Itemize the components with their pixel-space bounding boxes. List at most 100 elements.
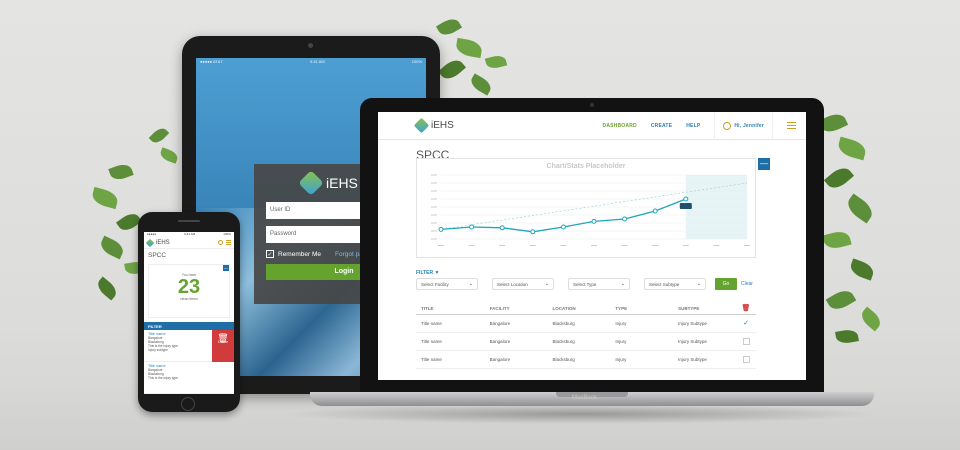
header-type[interactable]: TYPE xyxy=(610,306,673,311)
x-tick-label xyxy=(682,245,689,246)
cell-title: Title name xyxy=(421,339,442,344)
x-tick-label xyxy=(529,245,536,246)
cell-title: Title name xyxy=(421,321,442,326)
data-point xyxy=(652,208,658,214)
summary-card: — You have 23 clean items xyxy=(148,264,230,318)
device-shadow xyxy=(280,404,880,424)
delete-selected[interactable]: 🗑 xyxy=(736,304,756,312)
x-tick-label xyxy=(468,245,475,246)
iehs-logo-icon xyxy=(298,170,324,196)
y-tick-label xyxy=(431,222,437,224)
row-checkbox[interactable] xyxy=(742,355,750,363)
nav-create[interactable]: CREATE xyxy=(651,123,672,129)
user-menu[interactable]: Hi, Jennifer xyxy=(714,112,773,140)
chart-container: Chart/Stats Placeholder xyxy=(416,158,756,258)
item-count-label: clean items xyxy=(180,297,198,301)
nav-help[interactable]: HELP xyxy=(686,123,700,129)
row-checkbox[interactable] xyxy=(742,337,750,345)
list-item[interactable]: Title name Bangalore Blacksburg This is … xyxy=(144,330,234,362)
cell-location: Blacksburg xyxy=(552,321,575,326)
macbook-label: MacBook xyxy=(572,395,598,401)
hamburger-menu-icon[interactable] xyxy=(787,122,796,129)
row-checkbox-checked[interactable]: ✓ xyxy=(743,320,750,327)
delete-label: Delete xyxy=(217,340,229,344)
card-expand-button[interactable]: — xyxy=(223,265,229,271)
data-point xyxy=(560,224,566,230)
cell-facility: Bangalore xyxy=(489,357,511,362)
select-facility-label: Select Facility xyxy=(421,282,449,287)
table-header: TITLE FACILITY LOCATION TYPE SUBTYPE 🗑 xyxy=(416,302,756,315)
chevron-down-icon: ⌄ xyxy=(544,281,549,287)
x-tick-label xyxy=(744,245,750,246)
cell-subtype: Injury Subtype xyxy=(678,339,707,344)
main-nav: DASHBOARD CREATE HELP Hi, Jennifer xyxy=(603,112,796,140)
y-tick-label xyxy=(431,238,437,240)
nav-dashboard[interactable]: DASHBOARD xyxy=(603,123,637,129)
table-row[interactable]: Title name Bangalore Blacksburg Injury I… xyxy=(416,333,756,351)
remember-checkbox[interactable]: ✓ xyxy=(266,250,274,258)
header-facility[interactable]: FACILITY xyxy=(485,306,548,311)
login-brand: iEHS xyxy=(326,175,358,191)
phone-brand: iEHS xyxy=(156,239,170,246)
header-title[interactable]: TITLE xyxy=(416,306,485,311)
results-table: TITLE FACILITY LOCATION TYPE SUBTYPE 🗑 T… xyxy=(416,302,756,369)
carrier-text: ●●●●● AT&T xyxy=(200,59,223,64)
cell-location: Blacksburg xyxy=(552,339,575,344)
phone-header-icons xyxy=(218,240,231,245)
cell-type: Injury xyxy=(615,339,627,344)
chevron-down-icon: ⌄ xyxy=(468,281,473,287)
select-location[interactable]: Select Location ⌄ xyxy=(492,278,554,290)
phone-filter-bar[interactable]: FILTER xyxy=(144,322,234,330)
clear-link[interactable]: Clear xyxy=(741,281,753,287)
line-chart xyxy=(431,174,750,246)
list-item[interactable]: Title name Bangalore Blacksburg This is … xyxy=(144,362,234,394)
header-subtype[interactable]: SUBTYPE xyxy=(673,306,736,311)
data-point xyxy=(438,226,444,232)
data-point xyxy=(530,229,536,235)
chevron-down-icon: ⌄ xyxy=(696,281,701,287)
delete-swipe-button[interactable]: 🗑 Delete xyxy=(212,330,234,362)
iphone-screen: ●●●●● 9:41 AM 100% iEHS SPCC — You have … xyxy=(144,232,234,394)
chart-title: Chart/Stats Placeholder xyxy=(546,163,626,170)
select-subtype-label: Select Subtype xyxy=(649,282,680,287)
y-tick-label xyxy=(431,198,437,200)
select-subtype[interactable]: Select Subtype ⌄ xyxy=(644,278,706,290)
x-tick-label xyxy=(652,245,659,246)
ipad-camera xyxy=(308,43,313,48)
x-tick-label xyxy=(713,245,720,246)
data-point xyxy=(499,225,505,231)
cell-title: Title name xyxy=(421,357,442,362)
iphone-device: ●●●●● 9:41 AM 100% iEHS SPCC — You have … xyxy=(138,212,240,412)
y-tick-label xyxy=(431,190,437,192)
iehs-logo-icon xyxy=(145,238,155,247)
user-icon xyxy=(723,121,732,130)
table-row[interactable]: Title name Bangalore Blacksburg Injury I… xyxy=(416,315,756,333)
data-point xyxy=(469,224,475,230)
app-logo[interactable]: iEHS xyxy=(413,117,454,134)
macbook-screen: iEHS DASHBOARD CREATE HELP Hi, Jennifer … xyxy=(378,112,806,380)
go-button[interactable]: Go xyxy=(715,278,737,290)
header-location[interactable]: LOCATION xyxy=(547,306,610,311)
battery-text: 100% xyxy=(411,59,422,64)
user-icon[interactable] xyxy=(218,240,223,245)
home-button[interactable] xyxy=(181,397,195,411)
chart-expand-button[interactable]: — xyxy=(758,158,770,170)
select-type[interactable]: Select Type ⌄ xyxy=(568,278,630,290)
cell-type: Injury xyxy=(615,321,627,326)
filter-toggle[interactable]: FILTER ▼ xyxy=(416,270,439,276)
x-tick-label xyxy=(499,245,506,246)
select-facility[interactable]: Select Facility ⌄ xyxy=(416,278,478,290)
phone-time: 9:41 AM xyxy=(184,232,196,236)
x-tick-label xyxy=(560,245,567,246)
y-tick-label xyxy=(431,230,437,232)
trash-icon: 🗑 xyxy=(741,305,751,312)
x-tick-label xyxy=(591,245,597,246)
x-tick-label xyxy=(438,245,444,246)
item-count: 23 xyxy=(177,276,201,298)
user-greeting: Hi, Jennifer xyxy=(734,122,764,129)
hamburger-menu-icon[interactable] xyxy=(226,240,231,245)
cell-location: Blacksburg xyxy=(552,357,575,362)
iphone-speaker xyxy=(178,220,200,222)
cell-facility: Bangalore xyxy=(489,339,511,344)
table-row[interactable]: Title name Bangalore Blacksburg Injury I… xyxy=(416,351,756,369)
